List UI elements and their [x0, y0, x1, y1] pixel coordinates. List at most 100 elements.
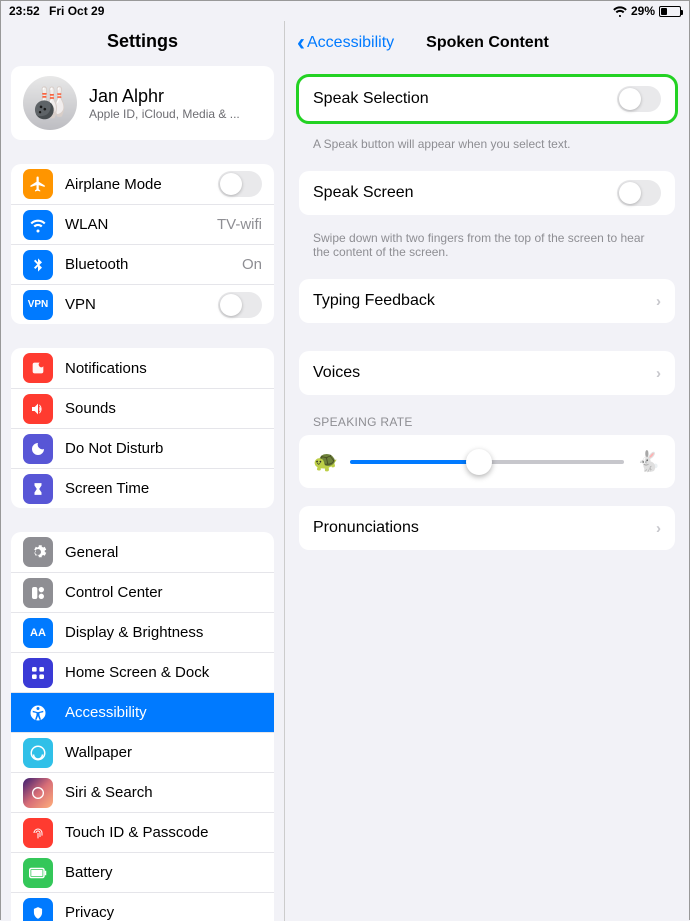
- speak-screen-hint: Swipe down with two fingers from the top…: [299, 225, 675, 279]
- wifi-icon: [613, 5, 627, 17]
- sidebar-item-screentime[interactable]: Screen Time: [11, 468, 274, 508]
- sidebar-title: Settings: [1, 21, 284, 66]
- sidebar-item-label: Control Center: [65, 584, 262, 601]
- typing-feedback-row[interactable]: Typing Feedback ›: [299, 279, 675, 323]
- status-bar: 23:52 Fri Oct 29 29%: [1, 1, 689, 21]
- sidebar-item-label: Touch ID & Passcode: [65, 824, 262, 841]
- speaking-rate-slider[interactable]: [350, 460, 624, 464]
- back-button[interactable]: ‹ Accessibility: [297, 34, 394, 52]
- bluetooth-icon: [23, 250, 53, 280]
- sidebar-item-vpn[interactable]: VPN VPN: [11, 284, 274, 324]
- profile-sub: Apple ID, iCloud, Media & ...: [89, 107, 240, 121]
- profile-group: 🎳 Jan Alphr Apple ID, iCloud, Media & ..…: [11, 66, 274, 140]
- siri-icon: [23, 778, 53, 808]
- sidebar-item-label: Bluetooth: [65, 256, 230, 273]
- sidebar-item-label: Screen Time: [65, 480, 262, 497]
- vpn-toggle[interactable]: [218, 292, 262, 318]
- profile-row[interactable]: 🎳 Jan Alphr Apple ID, iCloud, Media & ..…: [11, 66, 274, 140]
- sidebar-item-label: Notifications: [65, 360, 262, 377]
- sounds-icon: [23, 394, 53, 424]
- profile-name: Jan Alphr: [89, 86, 240, 107]
- speak-selection-hint: A Speak button will appear when you sele…: [299, 131, 675, 171]
- sidebar-item-label: WLAN: [65, 216, 205, 233]
- sidebar-item-accessibility[interactable]: Accessibility: [11, 692, 274, 732]
- fingerprint-icon: [23, 818, 53, 848]
- speak-screen-group: Speak Screen: [299, 171, 675, 215]
- sidebar-scroll[interactable]: 🎳 Jan Alphr Apple ID, iCloud, Media & ..…: [1, 66, 284, 921]
- back-label: Accessibility: [307, 34, 394, 52]
- control-center-icon: [23, 578, 53, 608]
- row-label: Voices: [313, 364, 644, 382]
- sidebar-item-sounds[interactable]: Sounds: [11, 388, 274, 428]
- home-screen-icon: [23, 658, 53, 688]
- row-label: Pronunciations: [313, 519, 644, 537]
- voices-group: Voices ›: [299, 351, 675, 395]
- battery-icon: [659, 6, 681, 17]
- pronunciations-group: Pronunciations ›: [299, 506, 675, 550]
- hare-icon: 🐇: [636, 449, 661, 474]
- speak-screen-row[interactable]: Speak Screen: [299, 171, 675, 215]
- sidebar-item-label: Home Screen & Dock: [65, 664, 262, 681]
- sidebar-item-label: Airplane Mode: [65, 176, 206, 193]
- status-time: 23:52: [9, 4, 40, 18]
- typing-feedback-group: Typing Feedback ›: [299, 279, 675, 323]
- accessibility-icon: [23, 698, 53, 728]
- moon-icon: [23, 434, 53, 464]
- voices-row[interactable]: Voices ›: [299, 351, 675, 395]
- sidebar-item-siri[interactable]: Siri & Search: [11, 772, 274, 812]
- chevron-right-icon: ›: [656, 293, 661, 310]
- sidebar-item-bluetooth[interactable]: Bluetooth On: [11, 244, 274, 284]
- sidebar-item-label: Do Not Disturb: [65, 440, 262, 457]
- tortoise-icon: 🐢: [313, 449, 338, 474]
- speaking-rate-header: SPEAKING RATE: [299, 405, 675, 435]
- pronunciations-row[interactable]: Pronunciations ›: [299, 506, 675, 550]
- sidebar-item-label: Accessibility: [65, 704, 262, 721]
- sidebar-item-label: Battery: [65, 864, 262, 881]
- row-label: Speak Selection: [313, 90, 605, 108]
- row-label: Speak Screen: [313, 184, 605, 202]
- hand-icon: [23, 898, 53, 921]
- sidebar-item-battery[interactable]: Battery: [11, 852, 274, 892]
- status-left: 23:52 Fri Oct 29: [9, 4, 104, 18]
- wallpaper-icon: [23, 738, 53, 768]
- sidebar-item-control-center[interactable]: Control Center: [11, 572, 274, 612]
- sidebar-item-airplane[interactable]: Airplane Mode: [11, 164, 274, 204]
- sidebar-item-wlan[interactable]: WLAN TV-wifi: [11, 204, 274, 244]
- sidebar-item-display[interactable]: AA Display & Brightness: [11, 612, 274, 652]
- sidebar-item-label: General: [65, 544, 262, 561]
- battery-settings-icon: [23, 858, 53, 888]
- sidebar-item-general[interactable]: General: [11, 532, 274, 572]
- notifications-group: Notifications Sounds Do Not Disturb Scre…: [11, 348, 274, 508]
- battery-percent: 29%: [631, 4, 655, 18]
- hourglass-icon: [23, 474, 53, 504]
- settings-sidebar: Settings 🎳 Jan Alphr Apple ID, iCloud, M…: [1, 21, 285, 921]
- sidebar-item-privacy[interactable]: Privacy: [11, 892, 274, 921]
- sidebar-item-notifications[interactable]: Notifications: [11, 348, 274, 388]
- general-group: General Control Center AA Display & Brig…: [11, 532, 274, 921]
- sidebar-item-touch-id[interactable]: Touch ID & Passcode: [11, 812, 274, 852]
- network-group: Airplane Mode WLAN TV-wifi Bluetooth On …: [11, 164, 274, 324]
- detail-scroll[interactable]: Speak Selection A Speak button will appe…: [285, 65, 689, 921]
- avatar: 🎳: [23, 76, 77, 130]
- detail-title: Spoken Content: [426, 34, 549, 52]
- sidebar-item-value: TV-wifi: [217, 216, 262, 233]
- sidebar-item-label: Siri & Search: [65, 784, 262, 801]
- wifi-settings-icon: [23, 210, 53, 240]
- sidebar-item-dnd[interactable]: Do Not Disturb: [11, 428, 274, 468]
- speak-screen-toggle[interactable]: [617, 180, 661, 206]
- sidebar-item-label: Privacy: [65, 904, 262, 921]
- chevron-right-icon: ›: [656, 520, 661, 537]
- sidebar-item-wallpaper[interactable]: Wallpaper: [11, 732, 274, 772]
- speak-selection-group: Speak Selection: [299, 77, 675, 121]
- row-label: Typing Feedback: [313, 292, 644, 310]
- speak-selection-toggle[interactable]: [617, 86, 661, 112]
- sidebar-item-label: Wallpaper: [65, 744, 262, 761]
- notifications-icon: [23, 353, 53, 383]
- chevron-right-icon: ›: [656, 365, 661, 382]
- sidebar-item-home-screen[interactable]: Home Screen & Dock: [11, 652, 274, 692]
- sidebar-item-label: Sounds: [65, 400, 262, 417]
- gear-icon: [23, 537, 53, 567]
- sidebar-item-value: On: [242, 256, 262, 273]
- airplane-toggle[interactable]: [218, 171, 262, 197]
- speak-selection-row[interactable]: Speak Selection: [299, 77, 675, 121]
